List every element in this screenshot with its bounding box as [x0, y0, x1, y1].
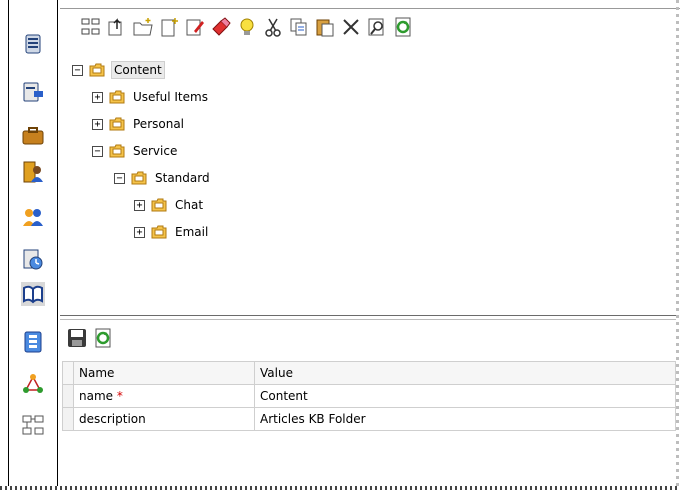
grid-header-row: Name Value	[62, 361, 676, 385]
paste-icon[interactable]	[312, 14, 338, 40]
tree-node-label: Service	[133, 144, 178, 158]
tree-node-service[interactable]: − Service	[92, 140, 179, 162]
tree-node-chat[interactable]: + Chat	[134, 194, 205, 216]
pane-splitter-shadow	[60, 319, 676, 320]
tree-node-personal[interactable]: + Personal	[92, 113, 186, 135]
cut-icon[interactable]	[260, 14, 286, 40]
pane-top-border	[60, 8, 680, 9]
collapse-toggle[interactable]: −	[92, 145, 103, 157]
folder-icon	[131, 171, 147, 185]
folder-icon	[151, 225, 167, 239]
row-gutter	[62, 361, 74, 385]
refresh-icon[interactable]	[92, 327, 114, 349]
tree-node-useful-items[interactable]: + Useful Items	[92, 86, 210, 108]
sidebar-divider[interactable]	[57, 0, 58, 490]
copy-icon[interactable]	[286, 14, 312, 40]
column-header-name[interactable]: Name	[73, 361, 255, 385]
move-up-icon[interactable]	[104, 14, 130, 40]
edit-icon[interactable]	[182, 14, 208, 40]
tree-node-label: Email	[175, 225, 209, 239]
new-item-icon[interactable]	[156, 14, 182, 40]
tree-node-standard[interactable]: − Standard	[114, 167, 212, 189]
tree-node-email[interactable]: + Email	[134, 221, 210, 243]
bottom-border	[0, 486, 680, 490]
row-gutter	[62, 407, 74, 431]
table-row[interactable]: description Articles KB Folder	[62, 407, 676, 431]
nav-schedule-icon[interactable]	[21, 248, 45, 272]
nav-users-icon[interactable]	[21, 204, 45, 228]
nav-hierarchy-icon[interactable]	[21, 414, 45, 438]
folder-icon	[109, 117, 125, 131]
paint-icon[interactable]	[208, 14, 234, 40]
refresh-icon[interactable]	[390, 14, 416, 40]
nav-documents-icon[interactable]	[21, 32, 45, 56]
tree-view-icon[interactable]	[78, 14, 104, 40]
folder-icon	[89, 63, 105, 77]
column-header-value[interactable]: Value	[254, 361, 676, 385]
property-name-cell: description	[73, 407, 255, 431]
nav-briefcase-icon[interactable]	[21, 124, 45, 148]
nav-workflow-icon[interactable]	[21, 372, 45, 396]
tree-node-label: Content	[111, 61, 165, 79]
tree-node-content[interactable]: − Content	[72, 59, 165, 81]
folder-icon	[109, 90, 125, 104]
nav-knowledge-base-icon[interactable]	[21, 282, 45, 306]
navigation-sidebar	[9, 0, 57, 490]
delete-icon[interactable]	[338, 14, 364, 40]
new-folder-icon[interactable]	[130, 14, 156, 40]
save-icon[interactable]	[66, 327, 88, 349]
expand-toggle[interactable]: +	[134, 226, 145, 238]
folder-icon	[109, 144, 125, 158]
tree-node-label: Standard	[155, 171, 210, 185]
property-value-cell[interactable]: Content	[254, 384, 676, 408]
property-name: name	[79, 389, 114, 403]
vertical-scrollbar[interactable]	[676, 0, 679, 490]
folder-icon	[151, 198, 167, 212]
collapse-toggle[interactable]: −	[114, 172, 125, 184]
collapse-toggle[interactable]: −	[72, 64, 83, 76]
pane-splitter[interactable]	[60, 315, 676, 316]
row-gutter	[62, 384, 74, 408]
table-row[interactable]: name * Content	[62, 384, 676, 408]
expand-toggle[interactable]: +	[92, 118, 103, 130]
expand-toggle[interactable]: +	[134, 199, 145, 211]
nav-contacts-icon[interactable]	[21, 160, 45, 184]
search-icon[interactable]	[364, 14, 390, 40]
nav-forms-icon[interactable]	[21, 330, 45, 354]
expand-toggle[interactable]: +	[92, 91, 103, 103]
tree-node-label: Personal	[133, 117, 185, 131]
properties-grid: Name Value name * Content description Ar…	[62, 361, 676, 431]
tree-node-label: Useful Items	[133, 90, 208, 104]
required-marker: *	[116, 389, 123, 403]
idea-icon[interactable]	[234, 14, 260, 40]
nav-reports-icon[interactable]	[21, 80, 45, 104]
property-name-cell: name *	[73, 384, 255, 408]
properties-toolbar	[66, 327, 114, 349]
tree-toolbar	[78, 14, 416, 40]
tree-node-label: Chat	[175, 198, 204, 212]
property-value-cell[interactable]: Articles KB Folder	[254, 407, 676, 431]
